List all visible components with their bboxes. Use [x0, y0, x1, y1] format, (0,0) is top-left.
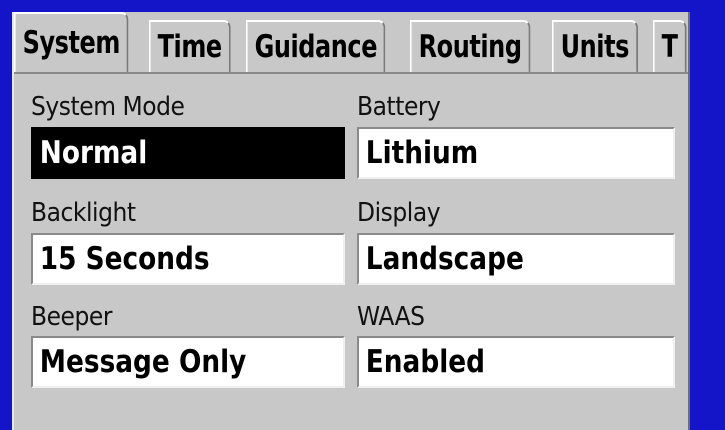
waas-value: Enabled [365, 344, 485, 380]
tab-guidance-label: Guidance [254, 29, 377, 65]
beeper-label: Beeper [31, 302, 113, 332]
waas-label: WAAS [357, 302, 425, 332]
display-field[interactable]: Landscape [357, 233, 675, 285]
backlight-label: Backlight [31, 198, 136, 228]
tab-partial-label: T [661, 29, 678, 65]
display-value: Landscape [365, 241, 524, 277]
tab-routing-label: Routing [418, 29, 522, 65]
beeper-field[interactable]: Message Only [31, 336, 345, 388]
tab-system-label: System [22, 25, 121, 61]
battery-field[interactable]: Lithium [357, 127, 675, 179]
tab-time-label: Time [157, 29, 223, 65]
backlight-value: 15 Seconds [39, 241, 210, 277]
tab-system[interactable]: System [14, 12, 129, 72]
setup-panel: System Time Guidance Routing Units T Sys… [12, 12, 690, 430]
waas-field[interactable]: Enabled [357, 336, 675, 388]
battery-value: Lithium [365, 135, 479, 171]
beeper-value: Message Only [39, 344, 247, 380]
system-mode-value: Normal [39, 135, 148, 171]
backlight-field[interactable]: 15 Seconds [31, 233, 345, 285]
battery-label: Battery [357, 92, 441, 122]
device-frame: System Time Guidance Routing Units T Sys… [0, 0, 725, 430]
tab-bar: System Time Guidance Routing Units T [14, 12, 688, 74]
display-label: Display [357, 198, 441, 228]
system-mode-label: System Mode [31, 92, 185, 122]
tab-time[interactable]: Time [149, 20, 231, 72]
system-mode-field[interactable]: Normal [31, 127, 345, 179]
tab-routing[interactable]: Routing [410, 20, 531, 72]
tab-units-label: Units [560, 29, 629, 65]
tab-units[interactable]: Units [551, 20, 638, 72]
tab-partial[interactable]: T [653, 20, 687, 72]
tab-guidance[interactable]: Guidance [245, 20, 386, 72]
